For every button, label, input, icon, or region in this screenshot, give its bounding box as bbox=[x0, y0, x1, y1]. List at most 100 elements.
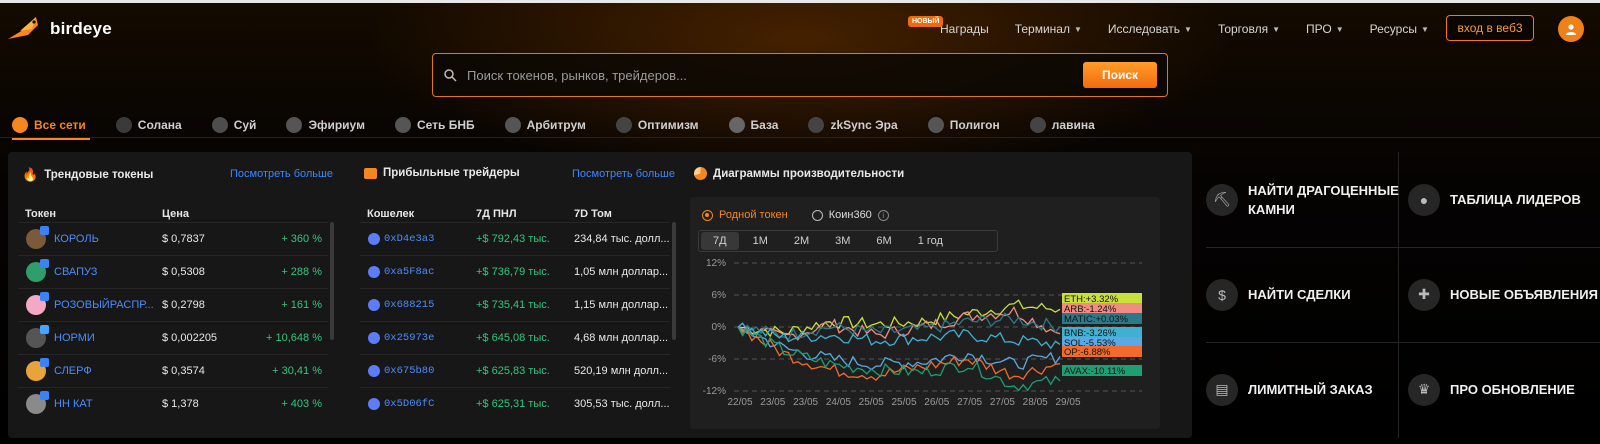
action-label: ПРО ОБНОВЛЕНИЕ bbox=[1450, 382, 1575, 397]
token-change: + 288 % bbox=[281, 266, 322, 278]
solana-icon bbox=[115, 117, 132, 133]
wallet-address[interactable]: 0x5D06fC bbox=[384, 398, 434, 410]
trader-row[interactable]: 0xa5F8ac +$ 736,79 тыс. 1,05 млн доллар... bbox=[360, 255, 670, 288]
chain-tab-8[interactable]: zkSync Эра bbox=[808, 117, 898, 133]
chain-tab-5[interactable]: Арбитрум bbox=[504, 117, 586, 133]
wallet-address[interactable]: 0x25973e bbox=[384, 332, 434, 344]
traders-see-more-link[interactable]: Посмотреть больше bbox=[572, 168, 675, 180]
nav-explore[interactable]: Исследовать ▼ bbox=[1108, 22, 1192, 36]
search-input[interactable] bbox=[467, 67, 1083, 83]
nav-trade[interactable]: Торговля ▼ bbox=[1218, 22, 1280, 36]
radio-label-native: Родной токен bbox=[719, 209, 788, 221]
x-tick-label: 27/05 bbox=[957, 397, 982, 408]
fire-icon: 🔥 bbox=[22, 167, 39, 182]
connect-wallet-button[interactable]: вход в веб3 bbox=[1446, 15, 1534, 41]
chain-tab-0[interactable]: Все сети bbox=[12, 117, 90, 140]
nav-resources[interactable]: Ресурсы ▼ bbox=[1370, 22, 1429, 36]
range-option[interactable]: 1М bbox=[741, 232, 780, 250]
token-name[interactable]: РОЗОВЫЙРАСПР... bbox=[54, 299, 154, 311]
nav-pro[interactable]: ПРО ▼ bbox=[1306, 22, 1344, 36]
token-row[interactable]: СВАПУЗ $ 0,5308 + 288 % bbox=[18, 255, 328, 288]
chart-container: Родной токен Коин360 i 7Д 1М 2М 3М 6М 1 год 1… bbox=[690, 197, 1160, 429]
brand-logo[interactable]: birdeye bbox=[6, 13, 112, 45]
main-nav: НОВЫЙ Награды Терминал ▼ Исследовать ▼ Т… bbox=[908, 16, 1455, 39]
nav-terminal[interactable]: Терминал ▼ bbox=[1015, 22, 1082, 36]
optimism-icon bbox=[615, 117, 632, 133]
traders-scrollbar[interactable] bbox=[672, 222, 676, 340]
radio-native-token[interactable] bbox=[702, 209, 713, 221]
trader-pnl: +$ 625,31 тыс. bbox=[476, 398, 550, 410]
action-pickaxe[interactable]: ⛏ НАЙТИ ДРАГОЦЕННЫЕ КАМНИ bbox=[1206, 152, 1402, 247]
range-option[interactable]: 1 год bbox=[906, 232, 955, 250]
performance-line-chart: 12% 6% 0% -6% -12%22/05 23/05 23/05 24/05 25/05 2… bbox=[703, 258, 1142, 408]
trader-row[interactable]: 0x675b80 +$ 625,83 тыс. 520,19 млн долл... bbox=[360, 354, 670, 387]
token-name[interactable]: КОРОЛЬ bbox=[54, 233, 99, 245]
ethereum-icon bbox=[368, 332, 380, 344]
col-header-pnl: 7Д ПНЛ bbox=[476, 208, 517, 220]
trader-pnl: +$ 735,41 тыс. bbox=[476, 299, 550, 311]
user-avatar[interactable] bbox=[1558, 16, 1584, 42]
range-option[interactable]: 2М bbox=[782, 232, 821, 250]
trader-row[interactable]: 0x25973e +$ 645,08 тыс. 4,68 млн доллар... bbox=[360, 321, 670, 354]
action-user[interactable]: ● ТАБЛИЦА ЛИДЕРОВ bbox=[1408, 152, 1600, 247]
range-option[interactable]: 7Д bbox=[701, 232, 739, 250]
y-tick-label: -12% bbox=[703, 386, 726, 397]
x-tick-label: 22/05 bbox=[727, 397, 752, 408]
panel-title: Прибыльные трейдеры bbox=[364, 167, 520, 179]
chain-tab-4[interactable]: Сеть БНБ bbox=[394, 117, 475, 133]
range-option[interactable]: 3М bbox=[823, 232, 862, 250]
action-order[interactable]: ▤ ЛИМИТНЫЙ ЗАКАЗ bbox=[1206, 342, 1402, 437]
wallet-address[interactable]: 0x688215 bbox=[384, 299, 434, 311]
chain-tab-label: Полигон bbox=[949, 118, 1000, 132]
chain-tab-6[interactable]: Оптимизм bbox=[615, 117, 699, 133]
radio-coin360[interactable] bbox=[811, 209, 823, 221]
header-divider bbox=[0, 137, 1600, 138]
wallet-icon bbox=[364, 167, 377, 179]
token-name[interactable]: НН КАТ bbox=[54, 398, 93, 410]
search-button[interactable]: Поиск bbox=[1083, 62, 1157, 88]
trending-scrollbar[interactable] bbox=[330, 222, 334, 340]
chain-tab-label: лавина bbox=[1051, 118, 1095, 132]
chart-source-toggle: Родной токен Коин360 i bbox=[702, 209, 889, 221]
chain-tab-7[interactable]: База bbox=[728, 117, 778, 133]
chevron-down-icon: ▼ bbox=[1073, 24, 1082, 34]
chain-tab-3[interactable]: Эфириум bbox=[286, 117, 365, 133]
action-label: НАЙТИ ДРАГОЦЕННЫЕ КАМНИ bbox=[1248, 182, 1399, 217]
pie-chart-icon bbox=[694, 167, 707, 180]
token-row[interactable]: РОЗОВЫЙРАСПР... $ 0,2798 + 161 % bbox=[18, 288, 328, 321]
action-crown[interactable]: ♛ ПРО ОБНОВЛЕНИЕ bbox=[1408, 342, 1600, 437]
token-row[interactable]: КОРОЛЬ $ 0,7837 + 360 % bbox=[18, 222, 328, 255]
trader-row[interactable]: 0x5D06fC +$ 625,31 тыс. 305,53 тыс. долл..… bbox=[360, 387, 670, 420]
trader-row[interactable]: 0x688215 +$ 735,41 тыс. 1,15 млн доллар... bbox=[360, 288, 670, 321]
chain-tab-9[interactable]: Полигон bbox=[927, 117, 1000, 133]
trending-see-more-link[interactable]: Посмотреть больше bbox=[230, 168, 333, 180]
brand-name: birdeye bbox=[50, 19, 112, 38]
token-price: $ 0,2798 bbox=[162, 299, 205, 311]
token-row[interactable]: СЛЕРФ $ 0,3574 + 30,41 % bbox=[18, 354, 328, 387]
chain-tab-2[interactable]: Суй bbox=[211, 117, 256, 133]
token-row[interactable]: НОРМИ $ 0,002205 + 10,648 % bbox=[18, 321, 328, 354]
chain-tab-1[interactable]: Солана bbox=[115, 117, 182, 133]
wallet-address[interactable]: 0x675b80 bbox=[384, 365, 434, 377]
chain-badge-icon bbox=[40, 259, 49, 268]
wallet-address[interactable]: 0xa5F8ac bbox=[384, 266, 434, 278]
trader-volume: 305,53 тыс. долл... bbox=[574, 398, 670, 410]
action-listing[interactable]: ✚ НОВЫЕ ОБЪЯВЛЕНИЯ bbox=[1408, 247, 1600, 342]
token-row[interactable]: НН КАТ $ 1,378 + 403 % bbox=[18, 387, 328, 420]
wallet-address[interactable]: 0xD4e3a3 bbox=[384, 233, 434, 245]
trader-pnl: +$ 645,08 тыс. bbox=[476, 332, 550, 344]
token-name[interactable]: СЛЕРФ bbox=[54, 365, 92, 377]
nav-rewards[interactable]: НОВЫЙ Награды bbox=[908, 16, 989, 36]
trader-volume: 234,84 тыс. долл... bbox=[574, 233, 670, 245]
trader-row[interactable]: 0xD4e3a3 +$ 792,43 тыс. 234,84 тыс. долл..… bbox=[360, 222, 670, 255]
token-change: + 403 % bbox=[281, 398, 322, 410]
listing-icon: ✚ bbox=[1408, 278, 1440, 311]
action-coin-search[interactable]: $ НАЙТИ СДЕЛКИ bbox=[1206, 247, 1402, 342]
token-price: $ 0,002205 bbox=[162, 332, 218, 344]
range-option[interactable]: 6М bbox=[864, 232, 903, 250]
token-name[interactable]: СВАПУЗ bbox=[54, 266, 97, 278]
x-tick-label: 23/05 bbox=[793, 397, 818, 408]
chevron-down-icon: ▼ bbox=[1420, 24, 1429, 34]
token-name[interactable]: НОРМИ bbox=[54, 332, 95, 344]
chain-tab-10[interactable]: лавина bbox=[1029, 117, 1095, 133]
